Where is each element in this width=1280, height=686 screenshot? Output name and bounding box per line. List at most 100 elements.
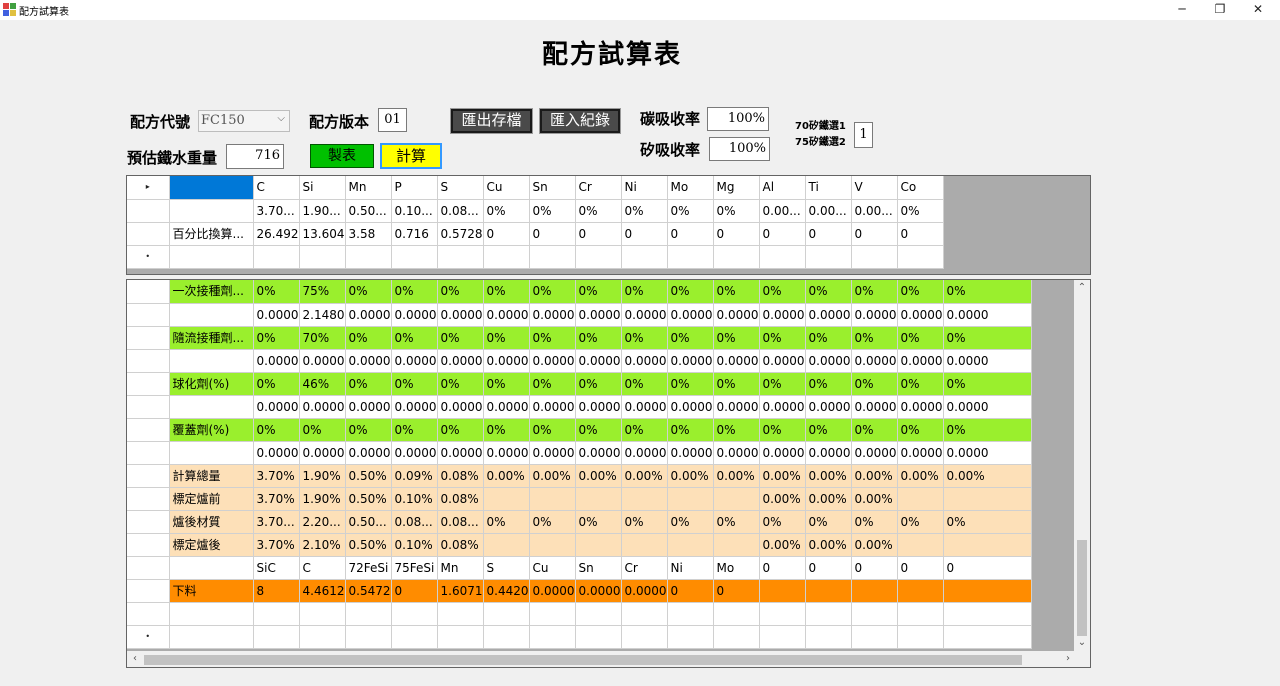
grid-cell[interactable]: 0 <box>667 222 714 246</box>
grid-cell[interactable]: 0% <box>667 280 714 304</box>
grid-cell[interactable]: 0.00% <box>805 533 852 557</box>
grid-cell[interactable] <box>805 602 852 626</box>
grid-cell[interactable]: 0% <box>667 326 714 350</box>
grid-cell[interactable] <box>575 602 622 626</box>
grid-cell[interactable]: 0% <box>713 418 760 442</box>
grid-cell[interactable]: 0.0000 <box>621 441 668 465</box>
grid-cell[interactable]: 2.1480 <box>299 303 346 327</box>
row-header[interactable] <box>127 602 170 626</box>
grid-cell[interactable]: 0.50% <box>345 464 392 488</box>
grid-cell[interactable] <box>943 487 1032 511</box>
grid-cell[interactable]: 0% <box>621 418 668 442</box>
grid-cell[interactable]: 72FeSi <box>345 556 392 580</box>
row-header[interactable] <box>127 222 170 246</box>
grid-cell[interactable]: 0.0000 <box>575 349 622 373</box>
grid-cell[interactable]: 0.00... <box>851 199 898 223</box>
calculate-button[interactable]: 計算 <box>380 143 442 169</box>
grid-cell[interactable] <box>529 602 576 626</box>
grid-cell[interactable]: 0 <box>759 222 806 246</box>
grid-cell[interactable]: 一次接種劑... <box>169 280 254 304</box>
grid-cell[interactable]: 1.90% <box>299 487 346 511</box>
grid-cell[interactable] <box>169 176 254 200</box>
grid-cell[interactable]: 0.0000 <box>345 395 392 419</box>
grid-cell[interactable] <box>759 579 806 603</box>
grid-cell[interactable] <box>169 199 254 223</box>
grid-cell[interactable] <box>575 533 622 557</box>
grid-cell[interactable]: 0% <box>483 199 530 223</box>
table-row[interactable]: ▸CSiMnPSCuSnCrNiMoMgAlTiVCoCe <box>127 176 944 200</box>
grid-cell[interactable]: 0.0000 <box>621 349 668 373</box>
table-row[interactable]: 爐後材質 3.70... 2.20... 0.50... 0.08... 0.08... 0… <box>127 510 1032 534</box>
grid-cell[interactable]: 0% <box>575 199 622 223</box>
grid-cell[interactable]: 0.0000 <box>575 395 622 419</box>
grid-cell[interactable]: 0.0000 <box>759 441 806 465</box>
recipe-version-field[interactable]: 01 <box>378 108 407 132</box>
grid-cell[interactable] <box>851 625 898 649</box>
table-row[interactable]: 3.70... 1.90... 0.50... 0.10... 0.08... 0% 0% 0… <box>127 199 944 223</box>
grid-cell[interactable] <box>169 303 254 327</box>
grid-cell[interactable]: 計算總量 <box>169 464 254 488</box>
grid-cell[interactable] <box>169 349 254 373</box>
grid-cell[interactable]: 標定爐前 <box>169 487 254 511</box>
grid-cell[interactable] <box>897 579 944 603</box>
grid-cell[interactable]: 0 <box>391 579 438 603</box>
row-header[interactable] <box>127 395 170 419</box>
grid-cell[interactable] <box>759 625 806 649</box>
grid-cell[interactable]: 0% <box>391 280 438 304</box>
grid-cell[interactable]: 0.0000 <box>345 349 392 373</box>
grid-cell[interactable]: 0.0000 <box>759 395 806 419</box>
grid-cell[interactable]: Si <box>299 176 346 200</box>
grid-cell[interactable]: 0% <box>575 326 622 350</box>
grid-cell[interactable]: 0% <box>897 280 944 304</box>
grid-cell[interactable]: 0% <box>391 326 438 350</box>
grid-cell[interactable]: 0% <box>345 372 392 396</box>
grid-cell[interactable]: 0.00% <box>483 464 530 488</box>
grid-cell[interactable]: 0% <box>759 372 806 396</box>
grid-cell[interactable]: 0% <box>943 510 1032 534</box>
grid-cell[interactable]: 0.4420 <box>483 579 530 603</box>
grid-cell[interactable]: 0.00% <box>943 464 1032 488</box>
grid-cell[interactable] <box>483 602 530 626</box>
grid-cell[interactable]: 0% <box>391 418 438 442</box>
row-header[interactable] <box>127 349 170 373</box>
grid-cell[interactable]: 隨流接種劑... <box>169 326 254 350</box>
grid-cell[interactable]: 0% <box>529 280 576 304</box>
grid-cell[interactable]: 0% <box>529 372 576 396</box>
grid-cell[interactable]: 0% <box>575 418 622 442</box>
table-row[interactable]: 標定爐後 3.70% 2.10% 0.50% 0.10% 0.08% 0.00% 0.00% 0… <box>127 533 1032 557</box>
grid-cell[interactable]: 0.0000 <box>805 395 852 419</box>
grid-cell[interactable]: 0% <box>345 326 392 350</box>
grid-cell[interactable]: 0.0000 <box>529 395 576 419</box>
grid-cell[interactable]: 0.0000 <box>713 349 760 373</box>
grid-cell[interactable] <box>667 625 714 649</box>
grid-cell[interactable]: 0% <box>943 418 1032 442</box>
grid-cell[interactable] <box>529 487 576 511</box>
grid-cell[interactable]: 0.0000 <box>437 303 484 327</box>
grid-cell[interactable]: 0% <box>621 326 668 350</box>
grid-cell[interactable]: 0% <box>667 372 714 396</box>
table-row[interactable]: 下料 8 4.4612 0.5472 0 1.6071 0.4420 0.0000 0.0000… <box>127 579 1032 603</box>
grid-cell[interactable]: 0% <box>483 418 530 442</box>
grid-cell[interactable]: 0.00% <box>759 533 806 557</box>
grid-cell[interactable]: 0.0000 <box>253 441 300 465</box>
grid-cell[interactable] <box>253 602 300 626</box>
horizontal-scrollbar[interactable]: ‹ › <box>127 651 1090 667</box>
grid-cell[interactable]: Ni <box>621 176 668 200</box>
grid-cell[interactable] <box>483 245 530 269</box>
grid-cell[interactable]: 0% <box>805 510 852 534</box>
grid-cell[interactable]: 0% <box>529 510 576 534</box>
grid-cell[interactable]: 0% <box>391 372 438 396</box>
grid-cell[interactable] <box>667 487 714 511</box>
grid-cell[interactable] <box>943 602 1032 626</box>
grid-cell[interactable]: 1.90% <box>299 464 346 488</box>
grid-cell[interactable]: 0.08% <box>437 464 484 488</box>
grid-cell[interactable]: 0% <box>575 280 622 304</box>
grid-cell[interactable]: 1.90... <box>299 199 346 223</box>
grid-cell[interactable]: Mo <box>667 176 714 200</box>
grid-cell[interactable]: 0.00% <box>713 464 760 488</box>
grid-cell[interactable]: 0% <box>667 199 714 223</box>
grid-cell[interactable]: 0.0000 <box>851 303 898 327</box>
grid-cell[interactable]: 0.0000 <box>483 303 530 327</box>
grid-cell[interactable]: 0.0000 <box>943 441 1032 465</box>
grid-cell[interactable]: 0% <box>437 326 484 350</box>
